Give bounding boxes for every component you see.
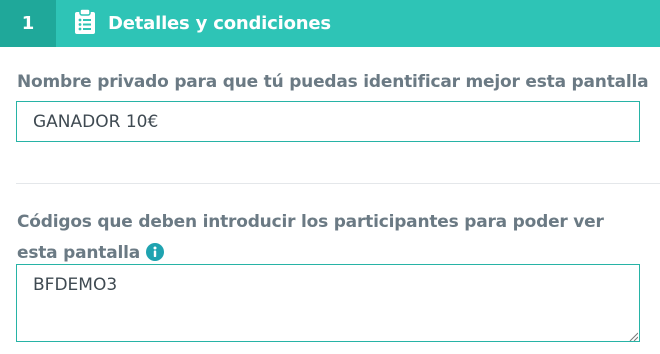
resize-handle-icon[interactable]: [628, 331, 638, 341]
private-name-input[interactable]: [16, 101, 640, 142]
info-icon[interactable]: [146, 243, 165, 261]
private-name-label: Nombre privado para que tú puedas identi…: [17, 72, 649, 92]
codes-textarea[interactable]: BFDEMO3: [16, 264, 640, 342]
section-header[interactable]: 1 Detalles y condiciones: [0, 0, 660, 47]
codes-label-wrap: Códigos que deben introducir los partici…: [17, 207, 637, 269]
section-title: Detalles y condiciones: [108, 13, 331, 34]
divider: [16, 183, 660, 184]
codes-label: Códigos que deben introducir los partici…: [17, 212, 604, 263]
step-number: 1: [0, 0, 56, 47]
clipboard-list-icon: [75, 9, 95, 34]
